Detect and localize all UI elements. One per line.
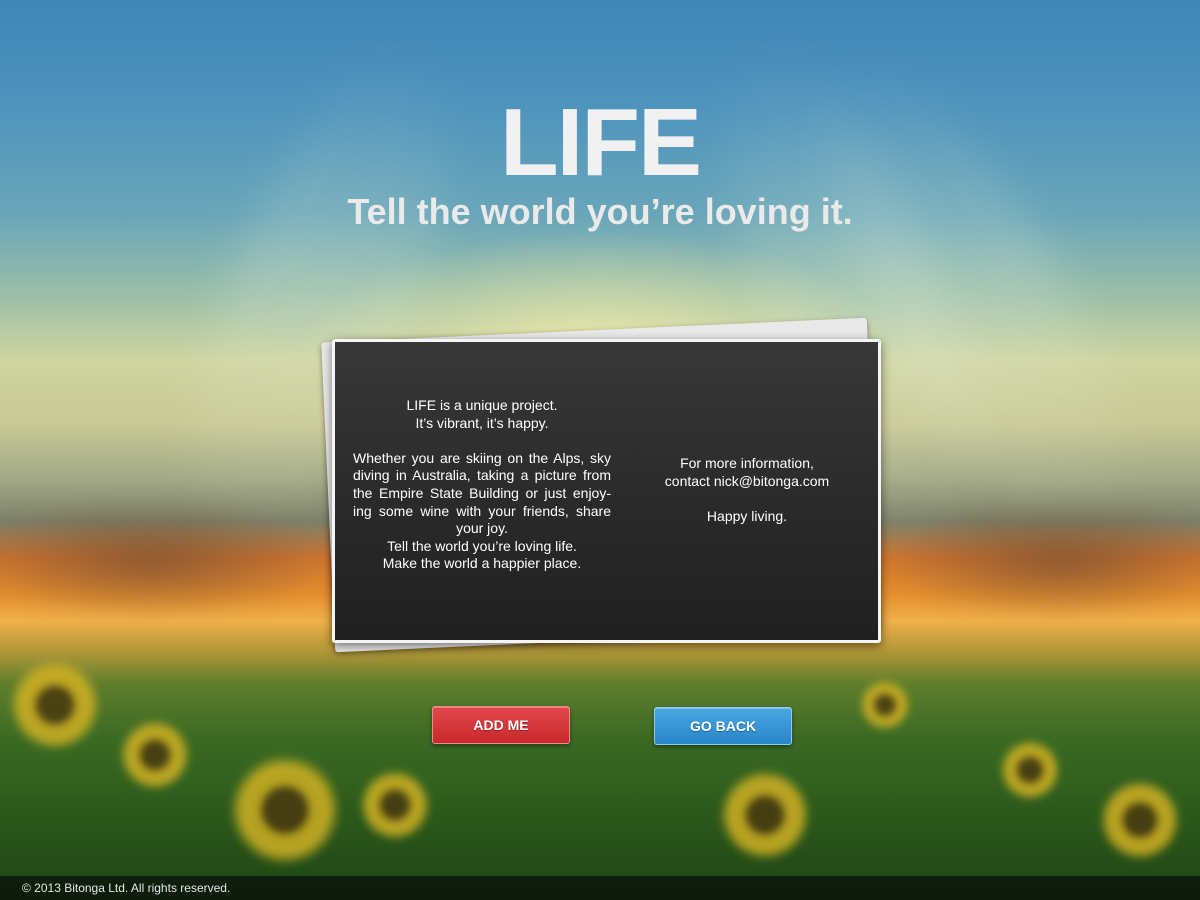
page-subtitle: Tell the world you’re loving it. [347,191,853,232]
sunflower [230,755,340,865]
contact-email: contact nick@bitonga.com [664,472,830,489]
clouds-left [0,500,340,620]
sunflower [10,660,100,750]
page-title: LIFE [500,89,702,196]
sunflower [120,720,190,790]
sunflower [360,770,430,840]
go-back-button[interactable]: GO BACK [654,707,792,745]
card-right-column: For more information, contact nick@biton… [639,455,855,525]
clouds-right [880,500,1200,620]
sunflower [1100,780,1180,860]
closing-line: Make the world a happier place. [382,555,582,572]
closing-line: Tell the world you’re loving life. [387,537,577,554]
sunflower [860,680,910,730]
info-card: LIFE is a unique project. It’s vibrant, … [332,339,881,643]
sunflower [1000,740,1060,800]
intro-line: It’s vibrant, it’s happy. [415,414,549,431]
card-left-column: LIFE is a unique project. It’s vibrant, … [353,397,611,573]
add-me-button[interactable]: ADD ME [432,706,570,744]
signoff-text: Happy living. [706,507,788,524]
sunflower [720,770,810,860]
description-paragraph: Whether you are skiing on the Alps, sky … [353,449,611,537]
copyright-text: © 2013 Bitonga Ltd. All rights reserved. [22,881,231,895]
intro-line: LIFE is a unique project. [406,397,558,413]
footer-bar: © 2013 Bitonga Ltd. All rights reserved. [0,876,1200,900]
contact-text: For more information, [680,455,814,471]
